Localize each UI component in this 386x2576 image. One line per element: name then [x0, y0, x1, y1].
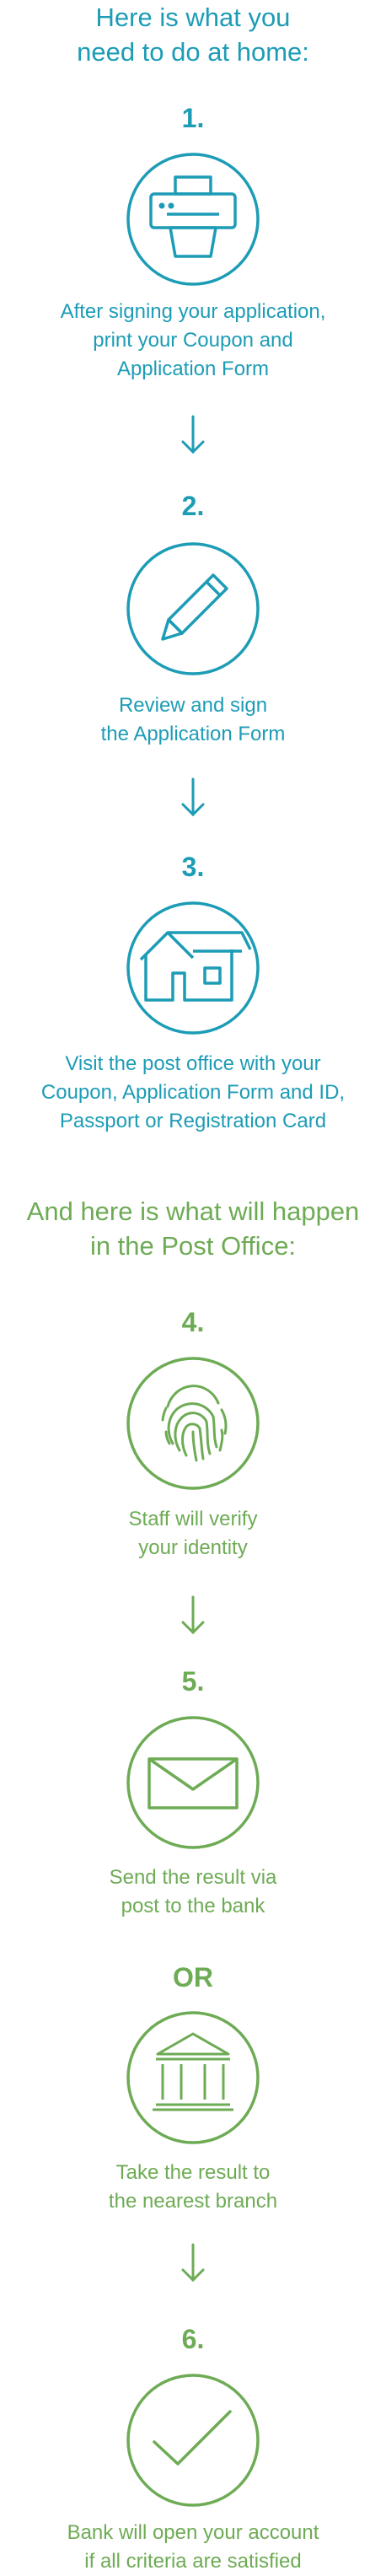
printer-icon [126, 152, 260, 287]
caption-line: Application Form [116, 358, 270, 380]
step-number: 5. [181, 1666, 205, 1697]
arrow-down-icon [181, 777, 205, 817]
caption-line: Visit the post office with your [65, 1052, 321, 1075]
pencil-icon [126, 541, 260, 676]
caption-line: Send the result via [109, 1866, 277, 1889]
step-number: 3. [181, 852, 205, 882]
caption-line: your identity [138, 1536, 248, 1559]
step-caption: Bank will open your account if all crite… [0, 2519, 386, 2576]
heading-line: need to do at home: [77, 37, 309, 67]
bank-building-icon [126, 2010, 260, 2145]
step-caption: Staff will verify your identity [0, 1505, 386, 1562]
step-caption: After signing your application, print yo… [0, 298, 386, 384]
or-label: OR [173, 1962, 213, 1993]
heading-line: Here is what you [95, 3, 291, 32]
arrow-down-icon [181, 2243, 205, 2283]
caption-line: Take the result to [115, 2161, 271, 2184]
fingerprint-icon [126, 1356, 260, 1491]
home-section-heading: Here is what you need to do at home: [0, 0, 386, 69]
step-caption: Visit the post office with your Coupon, … [0, 1050, 386, 1136]
step-number: 6. [181, 2324, 205, 2354]
envelope-icon [126, 1715, 260, 1850]
caption-line: post to the bank [121, 1895, 265, 1917]
caption-line: if all criteria are satisfied [84, 2550, 302, 2573]
step-number: 2. [181, 491, 205, 521]
step-caption: Take the result to the nearest branch [0, 2159, 386, 2216]
process-infographic: Here is what you need to do at home: 1. … [0, 0, 386, 2575]
caption-line: the Application Form [100, 723, 286, 745]
caption-line: After signing your application, [60, 300, 326, 323]
step-number: 4. [181, 1307, 205, 1337]
house-icon [126, 901, 260, 1035]
post-office-section-heading: And here is what will happen in the Post… [0, 1194, 386, 1263]
caption-line: Bank will open your account [67, 2521, 319, 2544]
step-number: 1. [181, 103, 205, 133]
heading-line: And here is what will happen [26, 1197, 360, 1226]
caption-line: Review and sign [118, 694, 268, 717]
caption-line: Coupon, Application Form and ID, [40, 1081, 346, 1104]
caption-line: print your Coupon and [93, 329, 293, 352]
checkmark-icon [126, 2373, 260, 2508]
caption-line: the nearest branch [108, 2190, 278, 2213]
step-caption: Review and sign the Application Form [0, 691, 386, 749]
heading-line: in the Post Office: [89, 1231, 297, 1261]
arrow-down-icon [181, 1595, 205, 1635]
step-caption: Send the result via post to the bank [0, 1863, 386, 1921]
arrow-down-icon [181, 415, 205, 454]
caption-line: Staff will verify [128, 1508, 258, 1530]
caption-line: Passport or Registration Card [59, 1110, 327, 1132]
